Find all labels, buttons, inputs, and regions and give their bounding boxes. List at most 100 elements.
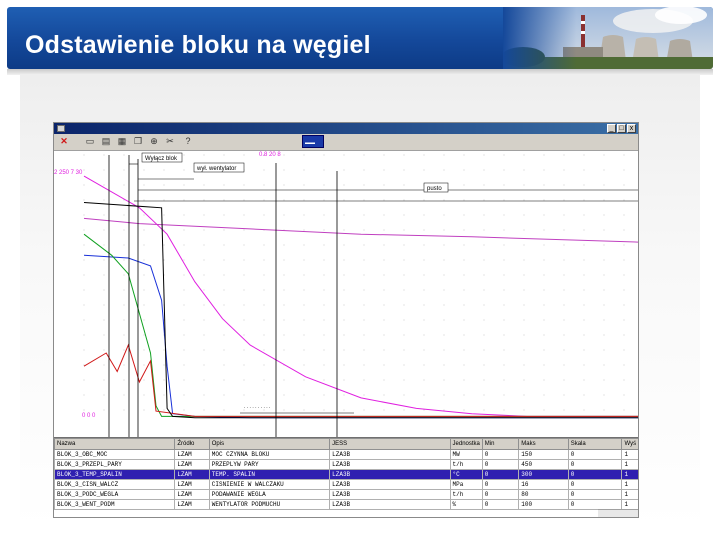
close-icon[interactable]: ✕ bbox=[58, 136, 70, 147]
grid-dot bbox=[383, 334, 385, 336]
grid-dot bbox=[363, 154, 365, 156]
grid-dot bbox=[443, 259, 445, 261]
grid-dot bbox=[623, 184, 625, 186]
grid-dot bbox=[443, 289, 445, 291]
grid-dot bbox=[623, 259, 625, 261]
grid-dot bbox=[183, 154, 185, 156]
grid-dot bbox=[163, 349, 165, 351]
maximize-button[interactable]: □ bbox=[617, 124, 626, 133]
grid-dot bbox=[543, 379, 545, 381]
scissors-icon[interactable]: ✂ bbox=[164, 136, 176, 147]
column-header[interactable]: Opis bbox=[208, 438, 331, 450]
grid-dot bbox=[243, 289, 245, 291]
table-cell: CISNIENIE W WALCZAKU bbox=[208, 479, 331, 490]
grid-dot bbox=[443, 319, 445, 321]
column-header[interactable]: Źródło bbox=[174, 438, 210, 450]
grid-dot bbox=[143, 394, 145, 396]
table-cell: LZA3B bbox=[329, 479, 451, 490]
column-header[interactable]: Jednostka bbox=[449, 438, 483, 450]
grid-dot bbox=[143, 214, 145, 216]
table-row[interactable]: BLOK_3_OBC_MOC LZAM MOC CZYNNA BLOKU LZA3B M… bbox=[54, 449, 638, 460]
grid-dot bbox=[223, 334, 225, 336]
grid-dot bbox=[323, 349, 325, 351]
table-cell: 300 bbox=[518, 469, 569, 480]
column-header[interactable]: Nazwa bbox=[54, 438, 176, 450]
grid-dot bbox=[103, 154, 105, 156]
grid-dot bbox=[263, 244, 265, 246]
grid-dot bbox=[103, 274, 105, 276]
column-header[interactable]: Min bbox=[481, 438, 520, 450]
copy-icon[interactable]: ❐ bbox=[132, 136, 144, 147]
series-line-0 bbox=[83, 175, 638, 417]
help-icon[interactable]: ? bbox=[182, 136, 194, 147]
grid-dot bbox=[83, 214, 85, 216]
grid-dot bbox=[283, 274, 285, 276]
grid-dot bbox=[523, 409, 525, 411]
grid-dot bbox=[263, 349, 265, 351]
grid-dot bbox=[523, 259, 525, 261]
table-row[interactable]: BLOK_3_PRZEPL_PARY LZAM PRZEPLYW PARY LZA3B… bbox=[54, 459, 638, 470]
grid-dot bbox=[183, 169, 185, 171]
grid-dot bbox=[543, 199, 545, 201]
grid-dot bbox=[243, 334, 245, 336]
grid-dot bbox=[423, 199, 425, 201]
grid-dot bbox=[363, 199, 365, 201]
grid-dot bbox=[203, 379, 205, 381]
grid-dot bbox=[623, 214, 625, 216]
grid-dot bbox=[623, 199, 625, 201]
toolbar: ✕ ▭ ▤ ▦ ❐ ⊕ ✂ ? ▬▬ bbox=[54, 134, 638, 151]
close-window-button[interactable]: x bbox=[627, 124, 636, 133]
grid-dot bbox=[303, 364, 305, 366]
grid-dot bbox=[523, 304, 525, 306]
print-icon[interactable]: ▦ bbox=[116, 136, 128, 147]
grid-dot bbox=[543, 319, 545, 321]
column-header[interactable]: Skala bbox=[567, 438, 623, 450]
grid-dot bbox=[383, 364, 385, 366]
table-row[interactable]: BLOK_3_CISN_WALCZ LZAM CISNIENIE W WALCZAK… bbox=[54, 479, 638, 490]
save-icon[interactable]: ▤ bbox=[100, 136, 112, 147]
open-icon[interactable]: ▭ bbox=[84, 136, 96, 147]
grid-dot bbox=[503, 199, 505, 201]
grid-dot bbox=[83, 289, 85, 291]
status-panel[interactable]: ▬▬ bbox=[302, 135, 324, 148]
series-line-1 bbox=[83, 217, 638, 243]
grid-dot bbox=[423, 319, 425, 321]
grid-dot bbox=[483, 289, 485, 291]
table-row[interactable]: BLOK_3_TEMP_SPALIN LZAM TEMP. SPALIN LZA3B °… bbox=[54, 469, 638, 480]
grid-dot bbox=[463, 169, 465, 171]
grid-dot bbox=[283, 244, 285, 246]
trend-chart[interactable]: 2 250 7 30 0.8 20 8 0 0 0 . . . . . . . … bbox=[54, 151, 638, 437]
grid-dot bbox=[543, 244, 545, 246]
table-row[interactable]: BLOK_3_WENT_PODM LZAM WENTYLATOR PODMUCHU L… bbox=[54, 499, 638, 510]
grid-dot bbox=[103, 379, 105, 381]
column-header[interactable]: JESS bbox=[329, 438, 451, 450]
grid-dot bbox=[83, 244, 85, 246]
minimize-button[interactable]: _ bbox=[607, 124, 616, 133]
grid-dot bbox=[243, 379, 245, 381]
table-cell: 0 bbox=[567, 479, 623, 490]
grid-dot bbox=[483, 304, 485, 306]
grid-dot bbox=[183, 364, 185, 366]
horizontal-scrollbar[interactable] bbox=[598, 509, 638, 517]
grid-dot bbox=[323, 199, 325, 201]
grid-dot bbox=[123, 394, 125, 396]
window-titlebar[interactable]: _ □ x bbox=[54, 123, 638, 134]
column-header[interactable]: Maks bbox=[518, 438, 569, 450]
column-header[interactable]: Wyś bbox=[621, 438, 638, 450]
grid-dot bbox=[223, 274, 225, 276]
slide-title: Odstawienie bloku na węgiel bbox=[25, 31, 371, 59]
grid-dot bbox=[123, 214, 125, 216]
trend-viewer-window: _ □ x ✕ ▭ ▤ ▦ ❐ ⊕ ✂ ? ▬▬ 2 250 7 30 0.8 … bbox=[53, 122, 639, 518]
grid-dot bbox=[443, 244, 445, 246]
grid-dot bbox=[563, 409, 565, 411]
grid-dot bbox=[83, 184, 85, 186]
grid-dot bbox=[283, 349, 285, 351]
grid-dot bbox=[303, 394, 305, 396]
y-max-label-2: 0.8 20 8 bbox=[259, 152, 281, 158]
grid-dot bbox=[263, 259, 265, 261]
grid-dot bbox=[563, 394, 565, 396]
grid-dot bbox=[423, 364, 425, 366]
table-row[interactable]: BLOK_3_PODC_WEGLA LZAM PODAWANIE WEGLA LZA3… bbox=[54, 489, 638, 500]
zoom-icon[interactable]: ⊕ bbox=[148, 136, 160, 147]
grid-dot bbox=[363, 184, 365, 186]
